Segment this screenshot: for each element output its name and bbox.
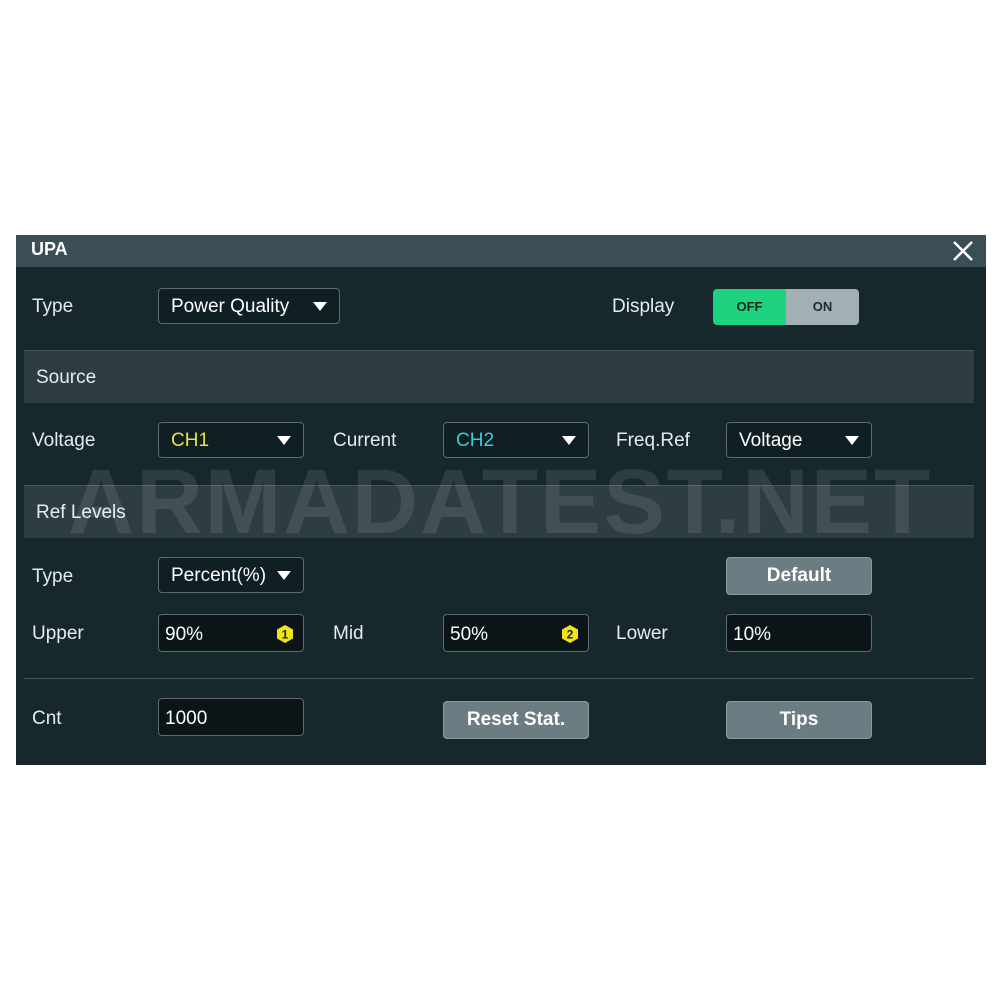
ref-type-dropdown[interactable]: Percent(%) — [158, 557, 304, 593]
toggle-on-option[interactable]: ON — [786, 289, 859, 325]
cnt-input[interactable]: 1000 — [158, 698, 304, 736]
chevron-down-icon — [845, 436, 859, 445]
source-header: Source — [36, 367, 97, 388]
dialog-title: UPA — [31, 239, 68, 259]
lower-input-value: 10% — [733, 624, 772, 645]
mid-input[interactable]: 50% 2 — [443, 614, 589, 652]
toggle-off-option[interactable]: OFF — [713, 289, 786, 325]
cursor-2-icon: 2 — [562, 625, 578, 643]
upper-input-value: 90% — [165, 624, 204, 645]
upa-dialog: UPA Type Power Quality Display OFF ON So… — [16, 235, 986, 765]
close-icon[interactable] — [950, 238, 976, 264]
current-dropdown-value: CH2 — [456, 430, 495, 451]
ref-levels-header: Ref Levels — [36, 502, 126, 523]
voltage-label: Voltage — [32, 430, 96, 451]
mid-badge-text: 2 — [567, 628, 574, 642]
ref-type-dropdown-value: Percent(%) — [171, 565, 267, 586]
freqref-dropdown[interactable]: Voltage — [726, 422, 872, 458]
upper-label: Upper — [32, 623, 84, 644]
tips-button[interactable]: Tips — [726, 701, 872, 739]
default-button[interactable]: Default — [726, 557, 872, 595]
upper-badge-text: 1 — [282, 628, 289, 642]
type-dropdown[interactable]: Power Quality — [158, 288, 340, 324]
upper-input[interactable]: 90% 1 — [158, 614, 304, 652]
source-section-header: Source — [24, 351, 974, 403]
divider — [24, 678, 974, 679]
dialog-titlebar: UPA — [16, 235, 986, 267]
cnt-label: Cnt — [32, 708, 62, 729]
reset-stat-button[interactable]: Reset Stat. — [443, 701, 589, 739]
lower-label: Lower — [616, 623, 668, 644]
chevron-down-icon — [277, 571, 291, 580]
cursor-1-icon: 1 — [277, 625, 293, 643]
display-label: Display — [612, 296, 675, 317]
chevron-down-icon — [277, 436, 291, 445]
type-dropdown-value: Power Quality — [171, 296, 290, 317]
voltage-dropdown-value: CH1 — [171, 430, 210, 451]
lower-input[interactable]: 10% — [726, 614, 872, 652]
current-dropdown[interactable]: CH2 — [443, 422, 589, 458]
current-label: Current — [333, 430, 397, 451]
freqref-label: Freq.Ref — [616, 430, 690, 451]
type-label: Type — [32, 296, 74, 317]
cnt-input-value: 1000 — [165, 708, 208, 729]
mid-input-value: 50% — [450, 624, 489, 645]
chevron-down-icon — [562, 436, 576, 445]
voltage-dropdown[interactable]: CH1 — [158, 422, 304, 458]
ref-levels-section-header: Ref Levels — [24, 486, 974, 538]
mid-label: Mid — [333, 623, 364, 644]
chevron-down-icon — [313, 302, 327, 311]
display-toggle[interactable]: OFF ON — [713, 289, 859, 325]
freqref-dropdown-value: Voltage — [739, 430, 803, 451]
ref-type-label: Type — [32, 566, 74, 587]
